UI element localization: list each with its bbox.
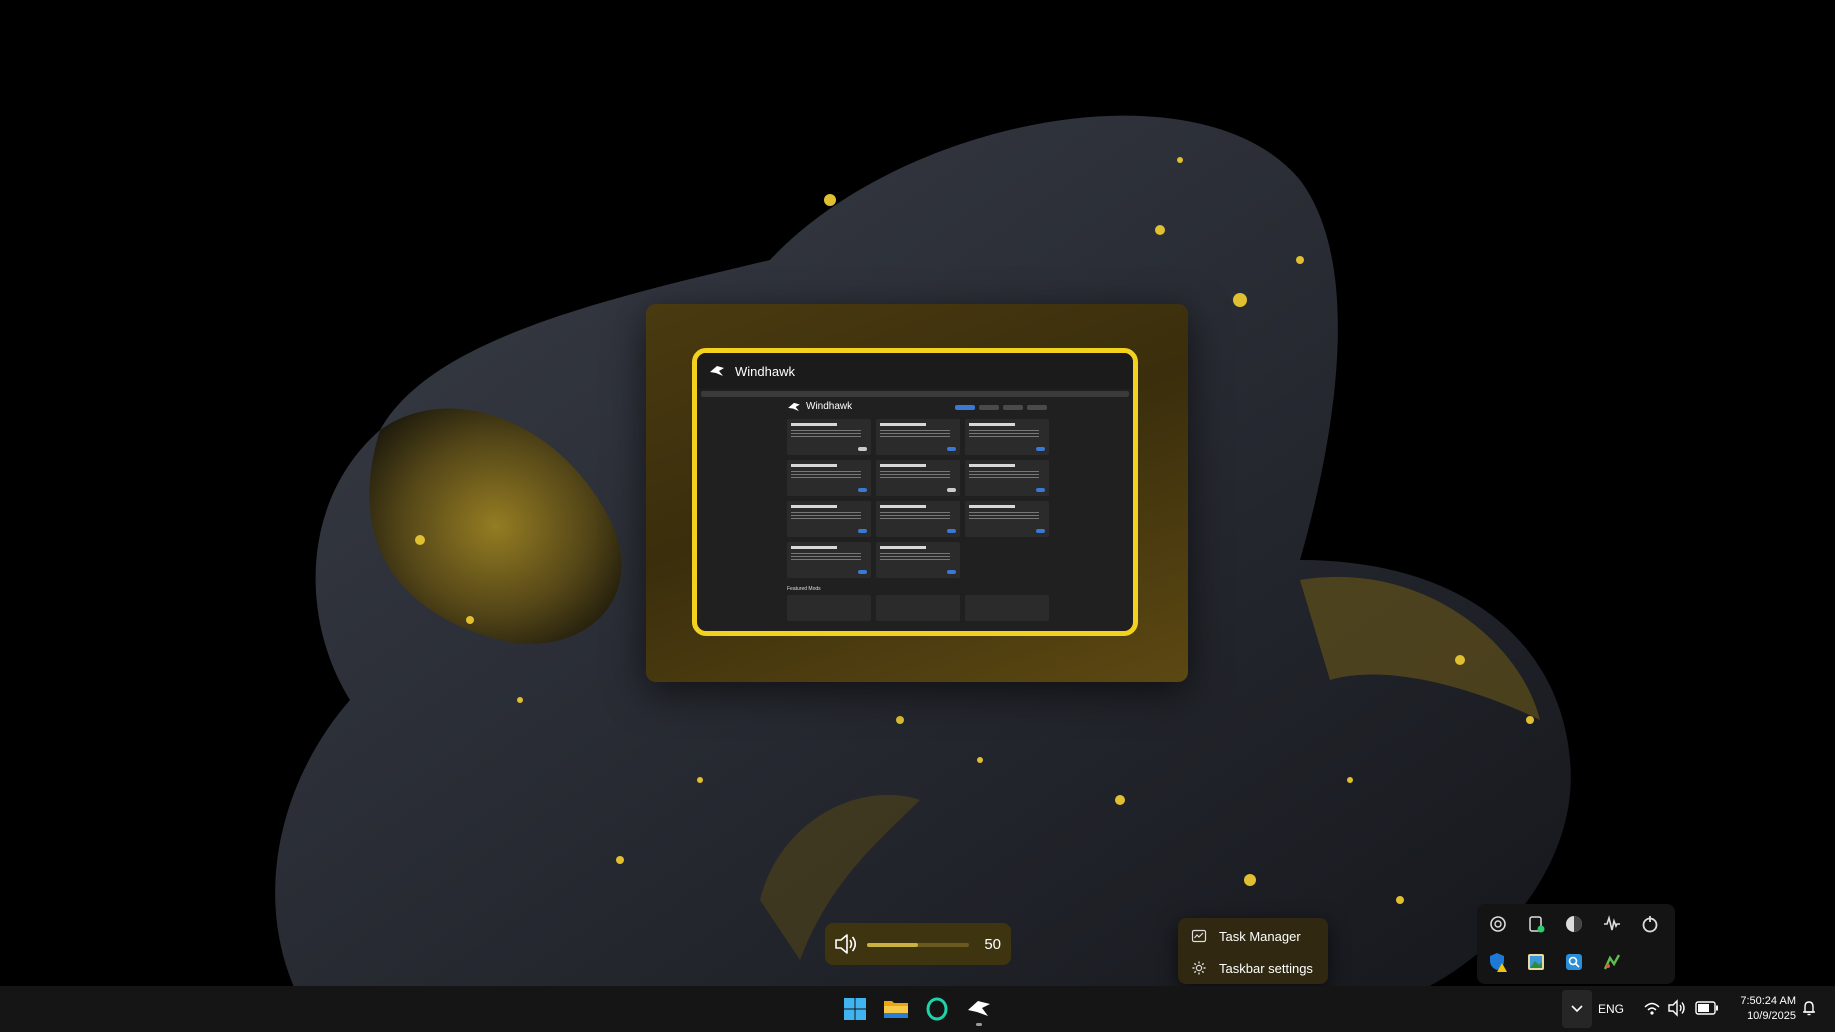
windhawk-window-thumbnail[interactable]: Windhawk Windhawk Featured Mods: [692, 348, 1138, 636]
inner-app-header: Windhawk: [787, 401, 852, 412]
volume-flyout: 50: [825, 923, 1011, 965]
windhawk-icon: [710, 366, 724, 376]
mod-toggle: [947, 570, 956, 574]
chatgpt-icon[interactable]: [1487, 913, 1509, 935]
mod-card: [876, 542, 960, 578]
mod-toggle: [1036, 488, 1045, 492]
chevron-down-icon: [1571, 1005, 1583, 1013]
inner-tab: [979, 405, 999, 410]
volume-icon[interactable]: [1667, 999, 1687, 1017]
mod-card: [787, 419, 871, 455]
refresh-circle-icon[interactable]: [1639, 913, 1661, 935]
clock-time: 7:50:24 AM: [1740, 995, 1796, 1007]
audio-wave-icon[interactable]: [1601, 913, 1623, 935]
mod-toggle: [1036, 447, 1045, 451]
notification-bell-icon[interactable]: [1800, 999, 1818, 1017]
inner-tab: [955, 405, 975, 410]
taskbar: ENG 7:50:24 AM 10/9/2025: [0, 986, 1835, 1032]
clipboard-status-icon[interactable]: [1525, 913, 1547, 935]
file-explorer-icon: [884, 1001, 908, 1018]
search-box-icon[interactable]: [1563, 951, 1585, 973]
opera-gx-icon: [926, 997, 948, 1021]
menu-item-label: Task Manager: [1219, 929, 1301, 944]
mod-card: [787, 542, 871, 578]
inner-nav-tabs: [955, 405, 1047, 410]
clock-date: 10/9/2025: [1747, 1010, 1796, 1022]
inner-app-title: Windhawk: [806, 401, 853, 412]
green-app-icon[interactable]: [1601, 951, 1623, 973]
tray-overflow-flyout: [1477, 904, 1675, 984]
menu-item-task-manager[interactable]: Task Manager: [1178, 921, 1328, 951]
defender-warning-icon[interactable]: [1487, 951, 1509, 973]
window-title: Windhawk: [735, 363, 795, 379]
mod-toggle: [947, 529, 956, 533]
mod-toggle: [1036, 529, 1045, 533]
mod-toggle: [947, 447, 956, 451]
mod-card: [876, 501, 960, 537]
taskbar-app-file-explorer[interactable]: [877, 990, 915, 1028]
inner-tab: [1027, 405, 1047, 410]
featured-mod-card: [965, 595, 1049, 621]
inner-tab: [1003, 405, 1023, 410]
menu-item-taskbar-settings[interactable]: Taskbar settings: [1178, 953, 1328, 983]
menu-item-label: Taskbar settings: [1219, 961, 1313, 976]
running-indicator: [976, 1023, 982, 1026]
windows-start-icon: [844, 998, 866, 1020]
browser-address-bar: [701, 391, 1129, 397]
taskbar-context-menu: Task Manager Taskbar settings: [1178, 918, 1328, 984]
taskbar-app-opera-gx[interactable]: [918, 990, 956, 1028]
featured-mods-grid: [787, 595, 1049, 621]
thumbnail-titlebar: Windhawk: [697, 353, 1133, 389]
featured-mod-card: [876, 595, 960, 621]
mod-toggle: [858, 529, 867, 533]
mod-toggle: [858, 570, 867, 574]
mod-toggle: [858, 488, 867, 492]
installed-mods-grid: [787, 419, 1049, 578]
mod-card: [965, 460, 1049, 496]
wifi-icon[interactable]: [1643, 999, 1661, 1017]
clock[interactable]: 7:50:24 AM 10/9/2025: [1730, 994, 1796, 1024]
mod-toggle: [858, 447, 867, 451]
mod-card: [876, 419, 960, 455]
start-button[interactable]: [836, 990, 874, 1028]
photo-app-icon[interactable]: [1525, 951, 1547, 973]
mod-toggle: [947, 488, 956, 492]
show-hidden-icons-button[interactable]: [1562, 990, 1592, 1028]
featured-mods-label: Featured Mods: [787, 586, 821, 592]
windhawk-icon: [788, 402, 800, 411]
mod-card: [965, 501, 1049, 537]
volume-slider-fill: [867, 943, 918, 947]
taskbar-app-windhawk[interactable]: [960, 990, 998, 1028]
battery-icon[interactable]: [1695, 1001, 1719, 1015]
task-view-preview[interactable]: Windhawk Windhawk Featured Mods: [646, 304, 1188, 682]
language-indicator[interactable]: ENG: [1598, 1002, 1624, 1016]
task-manager-icon: [1191, 929, 1207, 943]
mod-card: [787, 460, 871, 496]
globe-shield-icon[interactable]: [1563, 913, 1585, 935]
speaker-icon[interactable]: [833, 932, 859, 956]
gear-icon: [1192, 961, 1206, 975]
mod-card: [965, 419, 1049, 455]
mod-card: [787, 501, 871, 537]
volume-value: 50: [984, 936, 1001, 953]
windhawk-icon: [968, 1001, 990, 1016]
featured-mod-card: [787, 595, 871, 621]
mod-card: [876, 460, 960, 496]
